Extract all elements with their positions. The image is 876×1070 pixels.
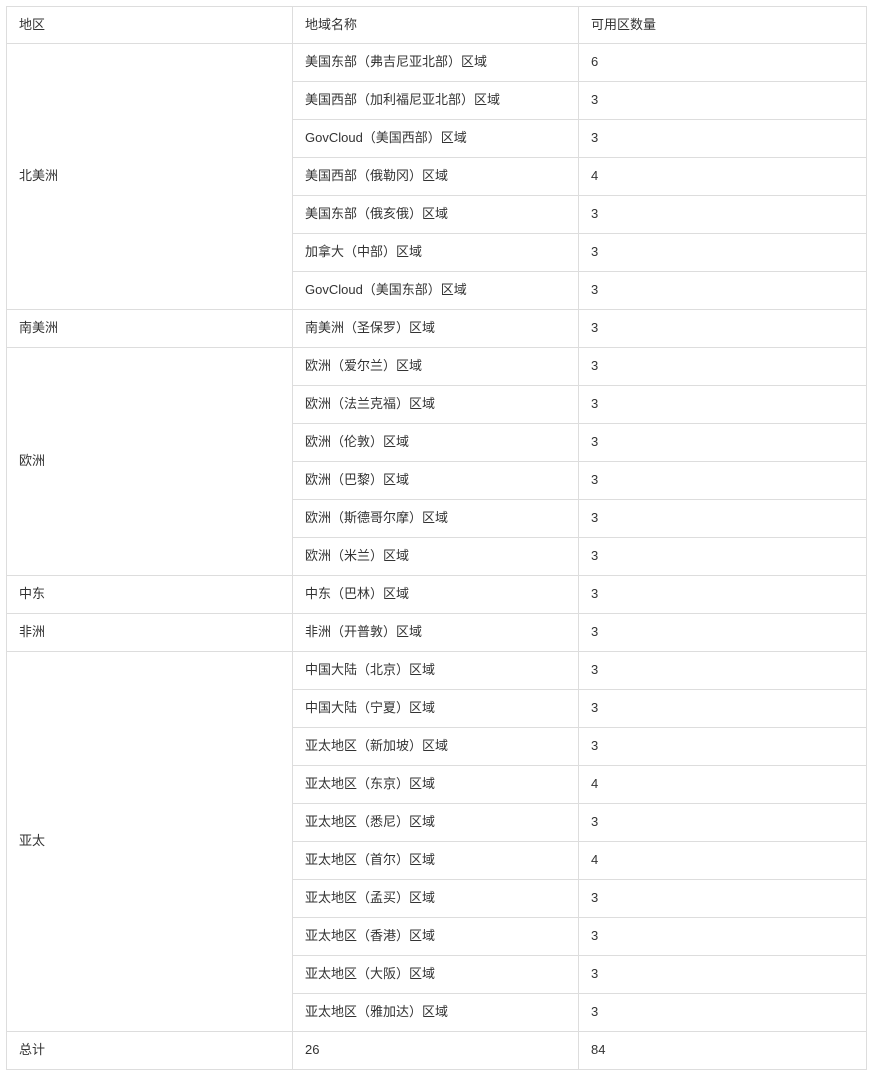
availability-zone-count-cell: 3: [578, 271, 867, 310]
region-name-cell: 美国西部（俄勒冈）区域: [292, 157, 579, 196]
region-name-cell: GovCloud（美国西部）区域: [292, 119, 579, 158]
availability-zone-count-cell: 4: [578, 841, 867, 880]
region-name-cell: 欧洲（米兰）区域: [292, 537, 579, 576]
region-availability-zone-table: 地区 地域名称 可用区数量 北美洲 美国东部（弗吉尼亚北部）区域 6 美国西部（加利福…: [6, 6, 867, 1070]
availability-zone-count-cell: 3: [578, 347, 867, 386]
availability-zone-count-cell: 3: [578, 195, 867, 234]
table-row: 非洲 非洲（开普敦）区域 3: [6, 613, 867, 652]
availability-zone-count-cell: 3: [578, 537, 867, 576]
availability-zone-count-cell: 3: [578, 613, 867, 652]
region-name-cell: 欧洲（伦敦）区域: [292, 423, 579, 462]
availability-zone-count-cell: 3: [578, 233, 867, 272]
region-group-cell: 南美洲: [6, 309, 293, 348]
availability-zone-count-cell: 3: [578, 575, 867, 614]
region-group-cell: 欧洲: [6, 347, 293, 576]
region-name-cell: GovCloud（美国东部）区域: [292, 271, 579, 310]
region-name-cell: 欧洲（斯德哥尔摩）区域: [292, 499, 579, 538]
region-name-cell: 欧洲（爱尔兰）区域: [292, 347, 579, 386]
region-table-container: 地区 地域名称 可用区数量 北美洲 美国东部（弗吉尼亚北部）区域 6 美国西部（加利福…: [0, 0, 876, 1070]
availability-zone-count-cell: 3: [578, 461, 867, 500]
column-header-region: 地区: [6, 6, 293, 44]
region-name-cell: 欧洲（巴黎）区域: [292, 461, 579, 500]
region-name-cell: 亚太地区（孟买）区域: [292, 879, 579, 918]
region-name-cell: 亚太地区（新加坡）区域: [292, 727, 579, 766]
availability-zone-count-cell: 3: [578, 119, 867, 158]
table-row: 南美洲 南美洲（圣保罗）区域 3: [6, 309, 867, 348]
availability-zone-count-cell: 3: [578, 727, 867, 766]
region-group-cell: 北美洲: [6, 43, 293, 310]
availability-zone-count-cell: 3: [578, 81, 867, 120]
availability-zone-count-cell: 3: [578, 385, 867, 424]
table-body: 北美洲 美国东部（弗吉尼亚北部）区域 6 美国西部（加利福尼亚北部）区域 3 GovClo…: [6, 43, 867, 1070]
region-name-cell: 中国大陆（北京）区域: [292, 651, 579, 690]
column-header-azcount: 可用区数量: [578, 6, 867, 44]
availability-zone-count-cell: 3: [578, 499, 867, 538]
availability-zone-count-cell: 3: [578, 423, 867, 462]
region-name-cell: 亚太地区（东京）区域: [292, 765, 579, 804]
region-name-cell: 中国大陆（宁夏）区域: [292, 689, 579, 728]
region-name-cell: 亚太地区（香港）区域: [292, 917, 579, 956]
total-availability-zone-count-cell: 84: [578, 1031, 867, 1070]
availability-zone-count-cell: 6: [578, 43, 867, 82]
total-region-count-cell: 26: [292, 1031, 579, 1070]
region-name-cell: 欧洲（法兰克福）区域: [292, 385, 579, 424]
region-name-cell: 美国西部（加利福尼亚北部）区域: [292, 81, 579, 120]
region-name-cell: 亚太地区（雅加达）区域: [292, 993, 579, 1032]
table-header: 地区 地域名称 可用区数量: [6, 6, 867, 44]
availability-zone-count-cell: 4: [578, 765, 867, 804]
availability-zone-count-cell: 3: [578, 689, 867, 728]
table-row: 中东 中东（巴林）区域 3: [6, 575, 867, 614]
availability-zone-count-cell: 3: [578, 993, 867, 1032]
region-name-cell: 南美洲（圣保罗）区域: [292, 309, 579, 348]
availability-zone-count-cell: 3: [578, 955, 867, 994]
table-header-row: 地区 地域名称 可用区数量: [6, 6, 867, 44]
region-name-cell: 中东（巴林）区域: [292, 575, 579, 614]
region-group-cell: 中东: [6, 575, 293, 614]
region-name-cell: 美国东部（俄亥俄）区域: [292, 195, 579, 234]
region-group-cell: 亚太: [6, 651, 293, 1032]
availability-zone-count-cell: 3: [578, 309, 867, 348]
availability-zone-count-cell: 4: [578, 157, 867, 196]
availability-zone-count-cell: 3: [578, 879, 867, 918]
region-name-cell: 非洲（开普敦）区域: [292, 613, 579, 652]
region-name-cell: 亚太地区（首尔）区域: [292, 841, 579, 880]
region-name-cell: 加拿大（中部）区域: [292, 233, 579, 272]
availability-zone-count-cell: 3: [578, 651, 867, 690]
table-row: 欧洲 欧洲（爱尔兰）区域 3: [6, 347, 867, 576]
table-row: 亚太 中国大陆（北京）区域 3: [6, 651, 867, 1032]
availability-zone-count-cell: 3: [578, 803, 867, 842]
table-row: 北美洲 美国东部（弗吉尼亚北部）区域 6: [6, 43, 867, 310]
region-name-cell: 美国东部（弗吉尼亚北部）区域: [292, 43, 579, 82]
region-name-cell: 亚太地区（大阪）区域: [292, 955, 579, 994]
column-header-name: 地域名称: [292, 6, 579, 44]
region-name-cell: 亚太地区（悉尼）区域: [292, 803, 579, 842]
table-total-row: 总计 26 84: [6, 1031, 867, 1070]
total-label-cell: 总计: [6, 1031, 293, 1070]
region-group-cell: 非洲: [6, 613, 293, 652]
availability-zone-count-cell: 3: [578, 917, 867, 956]
